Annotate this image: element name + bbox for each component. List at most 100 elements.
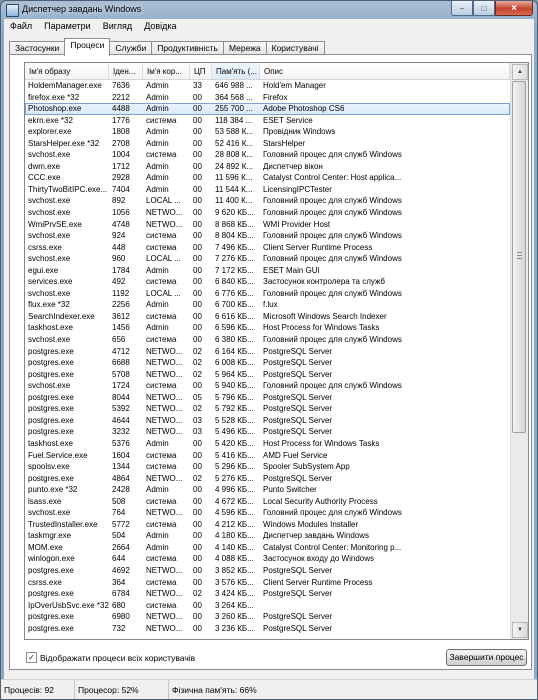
- process-row[interactable]: postgres.exe 6980 NETWO... 00 3 260 КБ... Pos…: [25, 611, 510, 623]
- process-row[interactable]: svchost.exe 1056 NETWO... 00 9 620 КБ... Голо…: [25, 207, 510, 219]
- column-cpu[interactable]: ЦП: [190, 63, 212, 79]
- cell-image-name: firefox.exe *32: [28, 92, 80, 102]
- process-row[interactable]: taskmgr.exe 504 Admin 00 4 180 КБ... Диспетче…: [25, 530, 510, 542]
- cell-image-name: ekrn.exe *32: [28, 115, 73, 125]
- checkbox-check-icon[interactable]: ✓: [26, 652, 37, 663]
- process-row[interactable]: postgres.exe 5708 NETWO... 02 5 964 КБ... Pos…: [25, 369, 510, 381]
- cell-memory: 6 700 КБ...: [215, 300, 254, 310]
- end-process-button[interactable]: Завершити процес: [446, 649, 527, 666]
- process-row[interactable]: csrss.exe 448 система 00 7 496 КБ... Client S…: [25, 242, 510, 254]
- process-row[interactable]: dwm.exe 1712 Admin 00 24 892 К... Диспетчер в…: [25, 161, 510, 173]
- column-description[interactable]: Опис: [260, 63, 510, 79]
- cell-description: Catalyst Control Center: Host applica...: [263, 173, 402, 183]
- process-row[interactable]: spoolsv.exe 1344 система 00 5 296 КБ... Spool…: [25, 461, 510, 473]
- process-row[interactable]: CCC.exe 2928 Admin 00 11 596 К... Catalyst Co…: [25, 172, 510, 184]
- menu-file[interactable]: Файл: [4, 19, 38, 34]
- process-row[interactable]: MOM.exe 2664 Admin 00 4 140 КБ... Catalyst Co…: [25, 542, 510, 554]
- cell-image-name: svchost.exe: [28, 508, 71, 518]
- process-row[interactable]: postgres.exe 4692 NETWO... 00 3 852 КБ... Pos…: [25, 565, 510, 577]
- cell-image-name: svchost.exe: [28, 208, 71, 218]
- process-row[interactable]: svchost.exe 960 LOCAL ... 00 7 276 КБ... Голо…: [25, 253, 510, 265]
- process-row[interactable]: svchost.exe 1004 система 00 28 808 К... Голов…: [25, 149, 510, 161]
- process-row[interactable]: services.exe 492 система 00 6 840 КБ... Засто…: [25, 276, 510, 288]
- cell-description: Головний процес для служб Windows: [263, 381, 402, 391]
- cell-image-name: svchost.exe: [28, 150, 71, 160]
- cell-description: Host Process for Windows Tasks: [263, 323, 380, 333]
- tab-processes[interactable]: Процеси: [64, 38, 111, 56]
- process-row[interactable]: taskhost.exe 5376 Admin 00 5 420 КБ... Host P…: [25, 438, 510, 450]
- process-row[interactable]: IpOverUsbSvc.exe *32 680 система 00 3 264 КБ…: [25, 600, 510, 612]
- process-row[interactable]: postgres.exe 4644 NETWO... 03 5 528 КБ... Pos…: [25, 415, 510, 427]
- process-row[interactable]: egui.exe 1784 Admin 00 7 172 КБ... ESET Main …: [25, 265, 510, 277]
- scroll-up-arrow-icon[interactable]: ▲: [512, 64, 528, 80]
- scroll-down-arrow-icon[interactable]: ▼: [512, 622, 528, 638]
- cell-memory: 3 236 КБ...: [215, 623, 254, 633]
- process-row[interactable]: lsass.exe 508 система 00 4 672 КБ... Local Se…: [25, 496, 510, 508]
- process-row[interactable]: svchost.exe 656 система 00 6 380 КБ... Головн…: [25, 334, 510, 346]
- cell-description: Головний процес для служб Windows: [263, 150, 402, 160]
- cell-cpu: 00: [193, 115, 202, 125]
- scrollbar-thumb[interactable]: [512, 81, 526, 433]
- cell-user-name: Admin: [146, 438, 169, 448]
- cell-image-name: postgres.exe: [28, 565, 74, 575]
- process-row[interactable]: svchost.exe 1192 LOCAL ... 00 6 776 КБ... Гол…: [25, 288, 510, 300]
- cell-user-name: система: [146, 231, 177, 241]
- process-row[interactable]: Fuel.Service.exe 1604 система 00 5 416 КБ...…: [25, 450, 510, 462]
- cell-user-name: LOCAL ...: [146, 254, 181, 264]
- process-row[interactable]: winlogon.exe 644 система 00 4 088 КБ... Засто…: [25, 553, 510, 565]
- process-row[interactable]: ThirtyTwoBitIPC.exe... 7404 Admin 00 11 544 …: [25, 184, 510, 196]
- process-row[interactable]: ekrn.exe *32 1776 система 00 118 384 ... ESET…: [25, 115, 510, 127]
- process-row[interactable]: HoldemManager.exe 7636 Admin 33 646 988 ... H…: [25, 80, 510, 92]
- process-row[interactable]: explorer.exe 1808 Admin 00 53 588 К... Провід…: [25, 126, 510, 138]
- process-row[interactable]: svchost.exe 892 LOCAL ... 00 11 400 К... Голо…: [25, 195, 510, 207]
- process-row[interactable]: taskhost.exe 1456 Admin 00 6 596 КБ... Host P…: [25, 322, 510, 334]
- process-row[interactable]: svchost.exe 1724 система 00 5 940 КБ... Голов…: [25, 380, 510, 392]
- process-row[interactable]: postgres.exe 732 NETWO... 00 3 236 КБ... Post…: [25, 623, 510, 635]
- column-image-name[interactable]: Ім'я образу: [25, 63, 109, 79]
- vertical-scrollbar[interactable]: ▲ ▼: [510, 63, 528, 639]
- process-row[interactable]: postgres.exe 6688 NETWO... 02 6 008 КБ... Pos…: [25, 357, 510, 369]
- show-all-users-checkbox[interactable]: ✓ Відображати процеси всіх користувачів: [26, 652, 195, 663]
- column-memory[interactable]: Пам'ять (...: [212, 63, 260, 79]
- menu-options[interactable]: Параметри: [38, 19, 97, 34]
- cell-image-name: svchost.exe: [28, 381, 71, 391]
- process-row[interactable]: svchost.exe 924 система 00 8 804 КБ... Головн…: [25, 230, 510, 242]
- process-row[interactable]: punto.exe *32 2428 Admin 00 4 996 КБ... Punto…: [25, 484, 510, 496]
- cell-user-name: система: [146, 519, 177, 529]
- process-row[interactable]: TrustedInstaller.exe 5772 система 00 4 212 К…: [25, 519, 510, 531]
- process-row[interactable]: postgres.exe 4712 NETWO... 02 6 164 КБ... Pos…: [25, 346, 510, 358]
- process-row[interactable]: postgres.exe 6784 NETWO... 02 3 424 КБ... Pos…: [25, 588, 510, 600]
- process-row[interactable]: firefox.exe *32 2212 Admin 00 364 568 ... Fir…: [25, 92, 510, 104]
- cell-memory: 5 940 КБ...: [215, 381, 254, 391]
- process-row[interactable]: Photoshop.exe 4488 Admin 00 255 700 ... Adobe…: [25, 103, 510, 115]
- process-row[interactable]: StarsHelper.exe *32 2708 Admin 00 52 416 К..…: [25, 138, 510, 150]
- process-row[interactable]: flux.exe *32 2256 Admin 00 6 700 КБ... f.lux: [25, 299, 510, 311]
- cell-image-name: svchost.exe: [28, 196, 71, 206]
- cell-pid: 4644: [112, 415, 130, 425]
- cell-pid: 2708: [112, 138, 130, 148]
- maximize-button[interactable]: □: [473, 1, 495, 16]
- process-row[interactable]: postgres.exe 4864 NETWO... 02 5 276 КБ... Pos…: [25, 473, 510, 485]
- close-button[interactable]: ×: [495, 1, 533, 16]
- cell-user-name: LOCAL ...: [146, 196, 181, 206]
- process-row[interactable]: csrss.exe 364 система 00 3 576 КБ... Client S…: [25, 577, 510, 589]
- column-pid[interactable]: Іден...: [109, 63, 143, 79]
- cell-pid: 504: [112, 531, 126, 541]
- title-bar[interactable]: Диспетчер завдань Windows – □ ×: [1, 1, 537, 19]
- cell-image-name: csrss.exe: [28, 242, 62, 252]
- process-row[interactable]: WmiPrvSE.exe 4748 NETWO... 00 8 868 КБ... WMI…: [25, 219, 510, 231]
- minimize-button[interactable]: –: [451, 1, 473, 16]
- process-row[interactable]: postgres.exe 8044 NETWO... 05 5 796 КБ... Pos…: [25, 392, 510, 404]
- process-row[interactable]: postgres.exe 5392 NETWO... 02 5 792 КБ... Pos…: [25, 403, 510, 415]
- cell-user-name: Admin: [146, 104, 169, 114]
- column-user-name[interactable]: Ім'я кор...: [143, 63, 190, 79]
- cell-pid: 2256: [112, 300, 130, 310]
- window-title: Диспетчер завдань Windows: [22, 4, 142, 14]
- process-row[interactable]: postgres.exe 3232 NETWO... 03 5 496 КБ... Pos…: [25, 426, 510, 438]
- process-row[interactable]: svchost.exe 764 NETWO... 00 4 596 КБ... Голов…: [25, 507, 510, 519]
- cell-pid: 364: [112, 577, 126, 587]
- menu-view[interactable]: Вигляд: [97, 19, 139, 34]
- menu-help[interactable]: Довідка: [138, 19, 182, 34]
- process-list[interactable]: Ім'я образу Іден... Ім'я кор... ЦП Пам'я…: [24, 62, 529, 640]
- process-row[interactable]: SearchIndexer.exe 3612 система 00 6 616 КБ..…: [25, 311, 510, 323]
